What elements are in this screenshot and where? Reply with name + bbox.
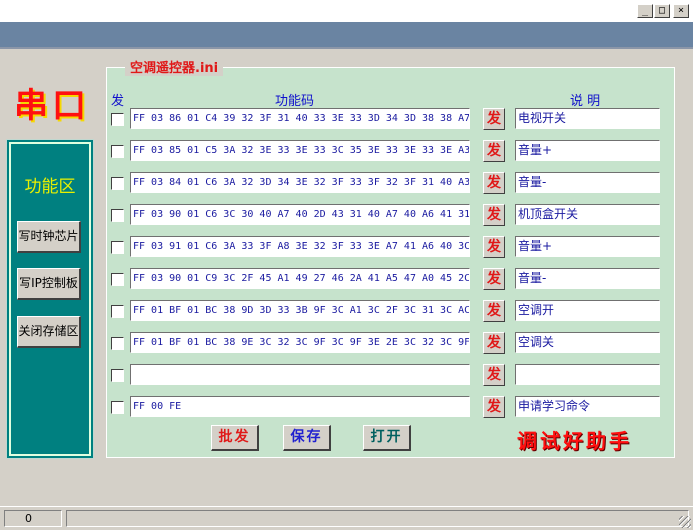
desc-input[interactable]: 音量- (515, 268, 660, 289)
row-checkbox[interactable] (111, 241, 124, 254)
desc-input[interactable]: 机顶盒开关 (515, 204, 660, 225)
write-ip-board-button[interactable]: 写IP控制板 (17, 268, 81, 300)
row-checkbox[interactable] (111, 113, 124, 126)
desc-input[interactable]: 空调开 (515, 300, 660, 321)
status-pane (66, 510, 689, 527)
code-input[interactable]: FF 03 90 01 C6 3C 30 40 A7 40 2D 43 31 4… (130, 204, 470, 225)
send-button[interactable]: 发 (483, 204, 505, 226)
function-panel-inner: 功能区 写时钟芯片 写IP控制板 关闭存储区 (9, 142, 91, 456)
desc-input[interactable]: 音量+ (515, 236, 660, 257)
send-button[interactable]: 发 (483, 140, 505, 162)
command-row: FF 03 84 01 C6 3A 32 3D 34 3E 32 3F 33 3… (107, 172, 676, 194)
maximize-button[interactable]: □ (654, 4, 670, 18)
row-checkbox[interactable] (111, 209, 124, 222)
command-row: FF 00 FE 发 申请学习命令 (107, 396, 676, 418)
batch-send-button[interactable]: 批发 (211, 425, 259, 451)
send-button[interactable]: 发 (483, 172, 505, 194)
row-checkbox[interactable] (111, 305, 124, 318)
send-column-header: 发 (111, 94, 125, 109)
resize-grip[interactable] (679, 516, 691, 528)
command-row: 发 (107, 364, 676, 386)
send-button[interactable]: 发 (483, 236, 505, 258)
desc-input[interactable]: 空调关 (515, 332, 660, 353)
desc-input[interactable]: 音量- (515, 172, 660, 193)
code-input[interactable]: FF 00 FE (130, 396, 470, 417)
desc-input[interactable]: 电视开关 (515, 108, 660, 129)
code-input[interactable]: FF 03 90 01 C9 3C 2F 45 A1 49 27 46 2A 4… (130, 268, 470, 289)
row-checkbox[interactable] (111, 145, 124, 158)
open-button[interactable]: 打开 (363, 425, 411, 451)
send-button[interactable]: 发 (483, 364, 505, 386)
row-checkbox[interactable] (111, 401, 124, 414)
command-row: FF 03 86 01 C4 39 32 3F 31 40 33 3E 33 3… (107, 108, 676, 130)
command-row: FF 01 BF 01 BC 38 9E 3C 32 3C 9F 3C 9F 3… (107, 332, 676, 354)
command-group: 空调遥控器.ini 发 功能码 说 明 FF 03 86 01 C4 39 32… (106, 62, 676, 458)
code-input[interactable] (130, 364, 470, 385)
header-band (0, 22, 693, 49)
row-checkbox[interactable] (111, 369, 124, 382)
send-button[interactable]: 发 (483, 300, 505, 322)
code-input[interactable]: FF 03 85 01 C5 3A 32 3E 33 3E 33 3C 35 3… (130, 140, 470, 161)
desc-input[interactable]: 音量+ (515, 140, 660, 161)
command-row: FF 03 85 01 C5 3A 32 3E 33 3E 33 3C 35 3… (107, 140, 676, 162)
code-input[interactable]: FF 01 BF 01 BC 38 9E 3C 32 3C 9F 3C 9F 3… (130, 332, 470, 353)
write-clock-chip-button[interactable]: 写时钟芯片 (17, 221, 81, 253)
desc-input[interactable]: 申请学习命令 (515, 396, 660, 417)
send-button[interactable]: 发 (483, 332, 505, 354)
close-button[interactable]: × (673, 4, 689, 18)
minimize-button[interactable]: _ (637, 4, 653, 18)
row-checkbox[interactable] (111, 177, 124, 190)
close-storage-button[interactable]: 关闭存储区 (17, 316, 81, 348)
code-input[interactable]: FF 03 86 01 C4 39 32 3F 31 40 33 3E 33 3… (130, 108, 470, 129)
status-bar: 0 (0, 506, 693, 530)
row-checkbox[interactable] (111, 273, 124, 286)
command-row: FF 03 91 01 C6 3A 33 3F A8 3E 32 3F 33 3… (107, 236, 676, 258)
title-bar: _ □ × (0, 0, 693, 22)
desc-input[interactable] (515, 364, 660, 385)
command-row: FF 03 90 01 C9 3C 2F 45 A1 49 27 46 2A 4… (107, 268, 676, 290)
window-controls: _ □ × (637, 4, 689, 18)
save-button[interactable]: 保存 (283, 425, 331, 451)
code-input[interactable]: FF 03 84 01 C6 3A 32 3D 34 3E 32 3F 33 3… (130, 172, 470, 193)
command-row: FF 01 BF 01 BC 38 9D 3D 33 3B 9F 3C A1 3… (107, 300, 676, 322)
status-value: 0 (4, 510, 62, 527)
brand-text: 调试好助手 (517, 429, 632, 453)
desc-column-header: 说 明 (570, 94, 601, 109)
send-button[interactable]: 发 (483, 396, 505, 418)
row-checkbox[interactable] (111, 337, 124, 350)
code-column-header: 功能码 (275, 94, 315, 109)
function-panel: 功能区 写时钟芯片 写IP控制板 关闭存储区 (6, 139, 94, 459)
code-input[interactable]: FF 03 91 01 C6 3A 33 3F A8 3E 32 3F 33 3… (130, 236, 470, 257)
function-panel-title: 功能区 (24, 177, 76, 197)
serial-logo: 串口 (14, 86, 90, 126)
send-button[interactable]: 发 (483, 108, 505, 130)
group-title: 空调遥控器.ini (125, 62, 224, 76)
command-row: FF 03 90 01 C6 3C 30 40 A7 40 2D 43 31 4… (107, 204, 676, 226)
send-button[interactable]: 发 (483, 268, 505, 290)
code-input[interactable]: FF 01 BF 01 BC 38 9D 3D 33 3B 9F 3C A1 3… (130, 300, 470, 321)
